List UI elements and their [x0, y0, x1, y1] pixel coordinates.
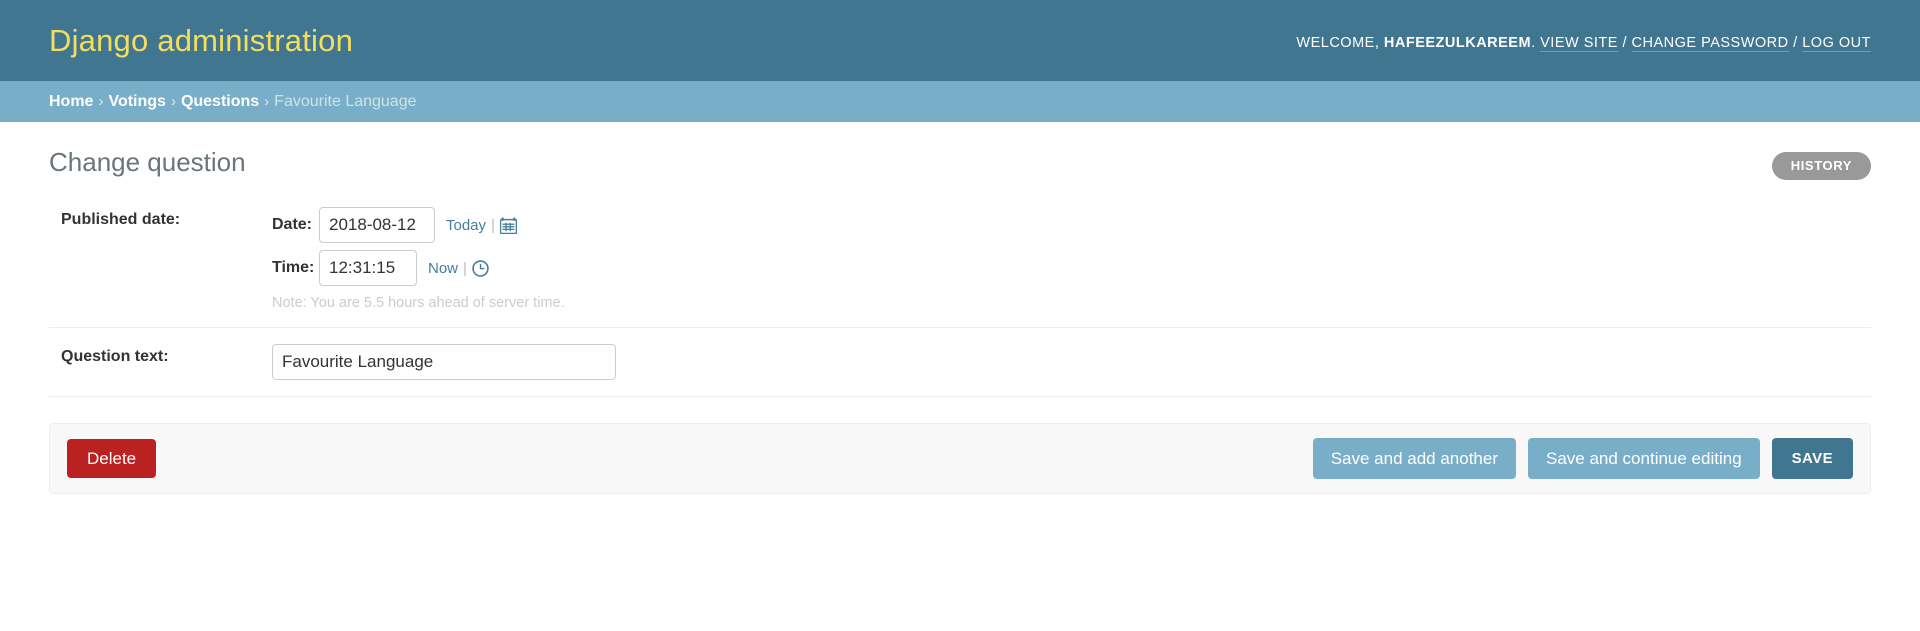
delete-button[interactable]: Delete [67, 439, 157, 478]
breadcrumb-separator: › [264, 93, 270, 110]
question-text-input[interactable] [272, 344, 616, 380]
form-row-published-date: Published date: Date: Today | [49, 191, 1871, 328]
site-title: Django administration [49, 23, 354, 58]
object-tools: HISTORY [1771, 152, 1871, 180]
username-period: . [1531, 34, 1536, 51]
breadcrumb-separator: › [98, 93, 104, 110]
username-label: HAFEEZULKAREEM [1383, 34, 1532, 51]
view-site-link[interactable]: VIEW SITE [1540, 34, 1618, 52]
calendar-icon[interactable] [499, 217, 517, 234]
submit-row: Delete Save and add another Save and con… [49, 423, 1871, 494]
breadcrumb-item-questions[interactable]: Questions [181, 93, 259, 111]
time-shortcut-pipe: | [463, 259, 467, 277]
date-label: Date: [272, 216, 313, 233]
history-button[interactable]: HISTORY [1771, 152, 1871, 180]
now-link[interactable]: Now [428, 260, 458, 277]
date-line: Date: Today | [272, 207, 1859, 243]
breadcrumb-item-home[interactable]: Home [49, 93, 93, 111]
published-date-label: Published date: [61, 211, 181, 228]
delete-button-container: Delete [67, 439, 157, 478]
question-text-field-group [272, 344, 1859, 380]
change-question-form: Published date: Date: Today | [49, 191, 1871, 494]
main-content: Change question HISTORY Published date: … [0, 122, 1920, 494]
clock-icon[interactable] [472, 259, 489, 277]
user-tools: WELCOME, HAFEEZULKAREEM. VIEW SITE / CHA… [1296, 31, 1871, 52]
save-and-continue-editing-button[interactable]: Save and continue editing [1528, 438, 1760, 479]
breadcrumb-item-current: Favourite Language [274, 92, 417, 110]
today-link[interactable]: Today [446, 217, 486, 234]
server-time-note: Note: You are 5.5 hours ahead of server … [272, 295, 565, 311]
question-text-label: Question text: [61, 348, 169, 365]
save-buttons-group: Save and add another Save and continue e… [1312, 438, 1853, 479]
date-shortcuts: Today | [446, 217, 517, 234]
user-tools-separator-1: / [1622, 34, 1628, 51]
page-title: Change question [49, 147, 246, 177]
site-header: Django administration WELCOME, HAFEEZULK… [0, 0, 1920, 81]
time-shortcuts: Now | [428, 260, 489, 277]
date-shortcut-pipe: | [491, 216, 495, 234]
log-out-link[interactable]: LOG OUT [1802, 34, 1871, 52]
published-date-field-group: Date: Today | [272, 207, 1859, 311]
time-input[interactable] [319, 250, 417, 286]
welcome-label: WELCOME, [1296, 34, 1380, 51]
content-header: Change question HISTORY [49, 122, 1871, 184]
save-button[interactable]: SAVE [1771, 438, 1853, 479]
branding: Django administration [49, 25, 353, 56]
breadcrumb-item-votings[interactable]: Votings [108, 93, 165, 111]
breadcrumb-separator: › [170, 93, 176, 110]
time-line: Time: Now | [272, 250, 1859, 286]
form-row-question-text: Question text: [49, 328, 1871, 397]
breadcrumb: Home › Votings › Questions › Favourite L… [0, 81, 1920, 122]
save-and-add-another-button[interactable]: Save and add another [1312, 438, 1516, 479]
change-password-link[interactable]: CHANGE PASSWORD [1631, 34, 1789, 52]
user-tools-separator-2: / [1793, 34, 1798, 51]
time-label: Time: [272, 259, 315, 276]
date-input[interactable] [319, 207, 435, 243]
